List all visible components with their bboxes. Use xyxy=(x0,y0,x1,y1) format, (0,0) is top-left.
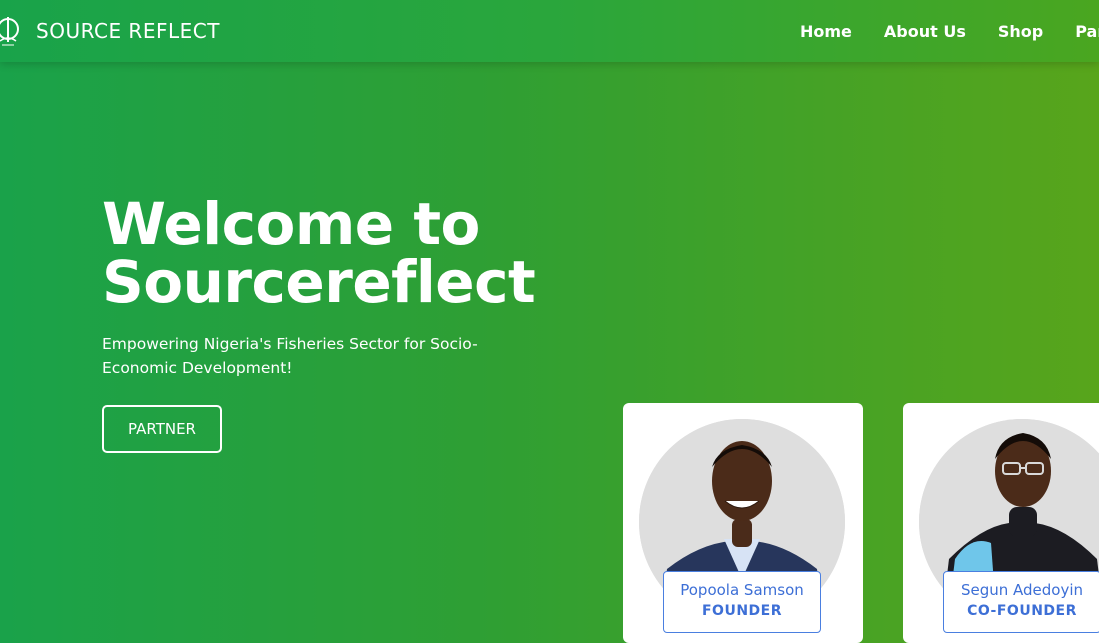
co-founder-role: CO-FOUNDER xyxy=(967,603,1077,619)
main-nav: Home About Us Shop Partner xyxy=(800,0,1099,62)
hero-title: Welcome to Sourcereflect xyxy=(102,195,582,311)
team-card-co-founder: Segun Adedoyin CO-FOUNDER xyxy=(903,403,1099,643)
nav-home[interactable]: Home xyxy=(800,22,852,41)
brand-name: SOURCE REFLECT xyxy=(36,19,220,43)
brand[interactable]: SOURCE REFLECT xyxy=(0,0,220,62)
hero-title-line-1: Welcome to xyxy=(102,190,480,258)
co-founder-name: Segun Adedoyin xyxy=(960,581,1084,599)
team-card-founder: Popoola Samson FOUNDER xyxy=(623,403,863,643)
source-reflect-logo-icon xyxy=(0,14,22,48)
co-founder-name-box: Segun Adedoyin CO-FOUNDER xyxy=(943,571,1099,633)
hero-subtitle: Empowering Nigeria's Fisheries Sector fo… xyxy=(102,335,478,377)
nav-shop[interactable]: Shop xyxy=(998,22,1043,41)
partner-button[interactable]: PARTNER xyxy=(102,405,222,453)
founder-name-box: Popoola Samson FOUNDER xyxy=(663,571,821,633)
top-navbar: SOURCE REFLECT Home About Us Shop Partne… xyxy=(0,0,1099,62)
hero-title-line-2: Sourcereflect xyxy=(102,248,536,316)
nav-partner[interactable]: Partner xyxy=(1075,22,1099,41)
founder-name: Popoola Samson xyxy=(680,581,804,599)
nav-about-us[interactable]: About Us xyxy=(884,22,966,41)
founder-role: FOUNDER xyxy=(701,603,782,619)
